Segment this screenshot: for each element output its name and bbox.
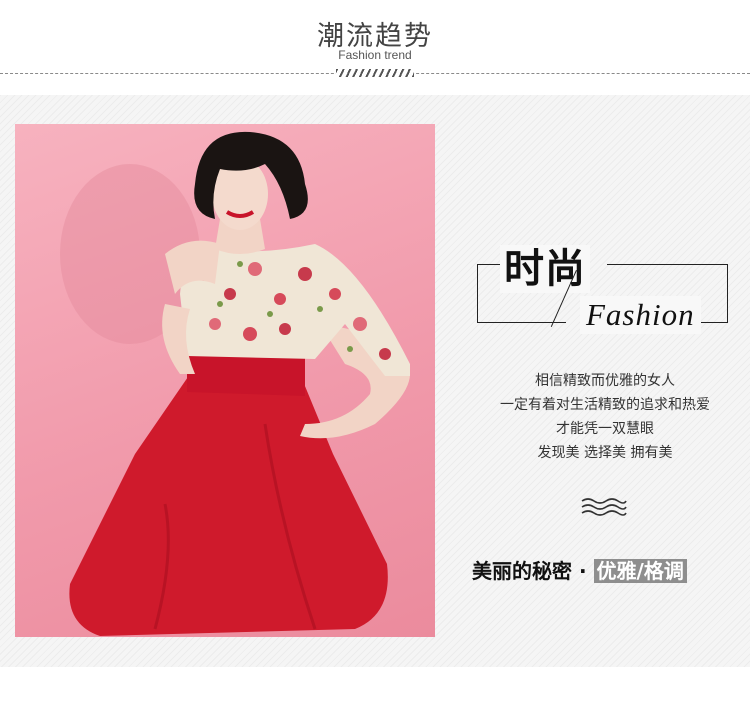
slogan-highlight: 优雅/格调 xyxy=(593,559,687,583)
desc-line-1: 相信精致而优雅的女人 xyxy=(535,373,675,389)
model-illustration xyxy=(60,131,410,636)
fashion-title-cn: 时尚 xyxy=(500,245,590,293)
desc-line-4: 发现美 选择美 拥有美 xyxy=(537,445,673,461)
slogan-prefix: 美丽的秘密 · xyxy=(472,559,594,583)
slogan: 美丽的秘密 · 优雅/格调 xyxy=(472,557,687,585)
stripe-decoration xyxy=(336,69,414,77)
desc-line-3: 才能凭一双慧眼 xyxy=(556,421,654,437)
model-photo xyxy=(15,124,435,637)
wave-icon xyxy=(581,498,627,516)
section-subtitle: Fashion trend xyxy=(338,48,412,62)
desc-line-2: 一定有着对生活精致的追求和热爱 xyxy=(500,397,710,413)
section-header: 潮流趋势 Fashion trend xyxy=(0,0,750,95)
fashion-title-en: Fashion xyxy=(580,296,701,334)
